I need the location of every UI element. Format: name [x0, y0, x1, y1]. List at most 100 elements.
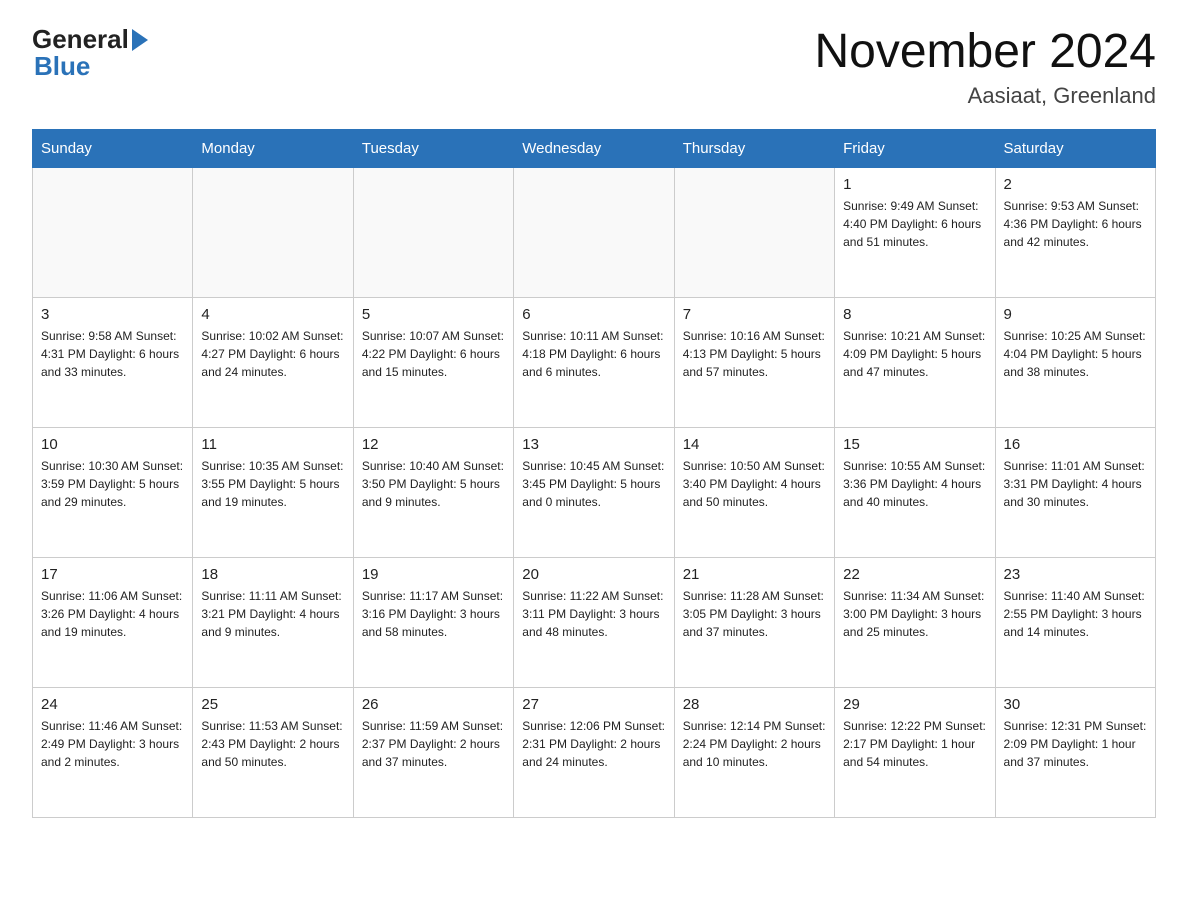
- day-number: 10: [41, 436, 184, 453]
- calendar-cell: 25 Sunrise: 11:53 AM Sunset: 2:43 PM Dayl…: [193, 688, 353, 818]
- day-info: Sunrise: 12:22 PM Sunset: 2:17 PM Daylig…: [843, 717, 986, 771]
- day-number: 3: [41, 306, 184, 323]
- day-info: Sunrise: 11:34 AM Sunset: 3:00 PM Daylig…: [843, 587, 986, 641]
- calendar-week-row: 3 Sunrise: 9:58 AM Sunset: 4:31 PM Daylig…: [33, 298, 1156, 428]
- day-number: 1: [843, 176, 986, 193]
- day-number: 16: [1004, 436, 1147, 453]
- calendar-cell: 8 Sunrise: 10:21 AM Sunset: 4:09 PM Dayli…: [835, 298, 995, 428]
- page-header: General Blue November 2024 Aasiaat, Gree…: [32, 24, 1156, 109]
- calendar-cell: 12 Sunrise: 10:40 AM Sunset: 3:50 PM Dayl…: [353, 428, 513, 558]
- calendar-cell: 23 Sunrise: 11:40 AM Sunset: 2:55 PM Dayl…: [995, 558, 1155, 688]
- calendar-cell: 7Sunrise: 10:16 AM Sunset: 4:13 PM Dayli…: [674, 298, 834, 428]
- day-number: 5: [362, 306, 505, 323]
- calendar-week-row: 17 Sunrise: 11:06 AM Sunset: 3:26 PM Dayl…: [33, 558, 1156, 688]
- calendar-cell: 6 Sunrise: 10:11 AM Sunset: 4:18 PM Dayli…: [514, 298, 674, 428]
- calendar-cell: 22 Sunrise: 11:34 AM Sunset: 3:00 PM Dayl…: [835, 558, 995, 688]
- calendar-cell: 17 Sunrise: 11:06 AM Sunset: 3:26 PM Dayl…: [33, 558, 193, 688]
- day-number: 4: [201, 306, 344, 323]
- day-info: Sunrise: 9:53 AM Sunset: 4:36 PM Dayligh…: [1004, 197, 1147, 251]
- day-info: Sunrise: 11:01 AM Sunset: 3:31 PM Daylig…: [1004, 457, 1147, 511]
- calendar-cell: 16 Sunrise: 11:01 AM Sunset: 3:31 PM Dayl…: [995, 428, 1155, 558]
- day-info: Sunrise: 10:30 AM Sunset: 3:59 PM Daylig…: [41, 457, 184, 511]
- calendar-cell: 20Sunrise: 11:22 AM Sunset: 3:11 PM Dayl…: [514, 558, 674, 688]
- calendar-cell: 30 Sunrise: 12:31 PM Sunset: 2:09 PM Dayl…: [995, 688, 1155, 818]
- day-info: Sunrise: 10:11 AM Sunset: 4:18 PM Daylig…: [522, 327, 665, 381]
- calendar-cell: 24 Sunrise: 11:46 AM Sunset: 2:49 PM Dayl…: [33, 688, 193, 818]
- calendar-cell: [674, 168, 834, 298]
- calendar-week-row: 10 Sunrise: 10:30 AM Sunset: 3:59 PM Dayl…: [33, 428, 1156, 558]
- logo-arrow-icon: [132, 29, 148, 51]
- day-info: Sunrise: 11:40 AM Sunset: 2:55 PM Daylig…: [1004, 587, 1147, 641]
- header-monday: Monday: [193, 130, 353, 168]
- header-saturday: Saturday: [995, 130, 1155, 168]
- calendar-cell: 18Sunrise: 11:11 AM Sunset: 3:21 PM Dayl…: [193, 558, 353, 688]
- day-info: Sunrise: 12:14 PM Sunset: 2:24 PM Daylig…: [683, 717, 826, 771]
- calendar-title: November 2024: [814, 24, 1156, 79]
- day-number: 27: [522, 696, 665, 713]
- calendar-cell: 1 Sunrise: 9:49 AM Sunset: 4:40 PM Daylig…: [835, 168, 995, 298]
- day-info: Sunrise: 10:21 AM Sunset: 4:09 PM Daylig…: [843, 327, 986, 381]
- calendar-cell: [353, 168, 513, 298]
- day-info: Sunrise: 11:53 AM Sunset: 2:43 PM Daylig…: [201, 717, 344, 771]
- calendar-week-row: 1 Sunrise: 9:49 AM Sunset: 4:40 PM Daylig…: [33, 168, 1156, 298]
- calendar-cell: 28 Sunrise: 12:14 PM Sunset: 2:24 PM Dayl…: [674, 688, 834, 818]
- calendar-week-row: 24 Sunrise: 11:46 AM Sunset: 2:49 PM Dayl…: [33, 688, 1156, 818]
- day-number: 29: [843, 696, 986, 713]
- day-number: 21: [683, 566, 826, 583]
- calendar-cell: 2 Sunrise: 9:53 AM Sunset: 4:36 PM Daylig…: [995, 168, 1155, 298]
- day-info: Sunrise: 12:06 PM Sunset: 2:31 PM Daylig…: [522, 717, 665, 771]
- day-info: Sunrise: 12:31 PM Sunset: 2:09 PM Daylig…: [1004, 717, 1147, 771]
- header-friday: Friday: [835, 130, 995, 168]
- day-number: 9: [1004, 306, 1147, 323]
- calendar-cell: 9 Sunrise: 10:25 AM Sunset: 4:04 PM Dayli…: [995, 298, 1155, 428]
- day-info: Sunrise: 11:17 AM Sunset: 3:16 PM Daylig…: [362, 587, 505, 641]
- day-number: 26: [362, 696, 505, 713]
- day-number: 30: [1004, 696, 1147, 713]
- day-number: 8: [843, 306, 986, 323]
- day-number: 2: [1004, 176, 1147, 193]
- day-number: 25: [201, 696, 344, 713]
- day-info: Sunrise: 11:59 AM Sunset: 2:37 PM Daylig…: [362, 717, 505, 771]
- calendar-cell: 14Sunrise: 10:50 AM Sunset: 3:40 PM Dayl…: [674, 428, 834, 558]
- calendar-cell: 29 Sunrise: 12:22 PM Sunset: 2:17 PM Dayl…: [835, 688, 995, 818]
- day-number: 24: [41, 696, 184, 713]
- header-thursday: Thursday: [674, 130, 834, 168]
- day-info: Sunrise: 10:35 AM Sunset: 3:55 PM Daylig…: [201, 457, 344, 511]
- day-info: Sunrise: 10:50 AM Sunset: 3:40 PM Daylig…: [683, 457, 826, 511]
- calendar-table: SundayMondayTuesdayWednesdayThursdayFrid…: [32, 129, 1156, 818]
- day-info: Sunrise: 10:55 AM Sunset: 3:36 PM Daylig…: [843, 457, 986, 511]
- day-info: Sunrise: 10:40 AM Sunset: 3:50 PM Daylig…: [362, 457, 505, 511]
- logo-blue-text: Blue: [34, 51, 90, 82]
- day-info: Sunrise: 11:06 AM Sunset: 3:26 PM Daylig…: [41, 587, 184, 641]
- day-number: 6: [522, 306, 665, 323]
- header-tuesday: Tuesday: [353, 130, 513, 168]
- day-number: 22: [843, 566, 986, 583]
- day-number: 19: [362, 566, 505, 583]
- day-info: Sunrise: 10:16 AM Sunset: 4:13 PM Daylig…: [683, 327, 826, 381]
- calendar-cell: [514, 168, 674, 298]
- calendar-cell: 10 Sunrise: 10:30 AM Sunset: 3:59 PM Dayl…: [33, 428, 193, 558]
- day-info: Sunrise: 11:46 AM Sunset: 2:49 PM Daylig…: [41, 717, 184, 771]
- day-info: Sunrise: 10:02 AM Sunset: 4:27 PM Daylig…: [201, 327, 344, 381]
- calendar-title-area: November 2024 Aasiaat, Greenland: [814, 24, 1156, 109]
- calendar-cell: 3 Sunrise: 9:58 AM Sunset: 4:31 PM Daylig…: [33, 298, 193, 428]
- day-info: Sunrise: 11:11 AM Sunset: 3:21 PM Daylig…: [201, 587, 344, 641]
- calendar-cell: 4 Sunrise: 10:02 AM Sunset: 4:27 PM Dayli…: [193, 298, 353, 428]
- calendar-cell: 13Sunrise: 10:45 AM Sunset: 3:45 PM Dayl…: [514, 428, 674, 558]
- day-info: Sunrise: 10:45 AM Sunset: 3:45 PM Daylig…: [522, 457, 665, 511]
- day-info: Sunrise: 11:22 AM Sunset: 3:11 PM Daylig…: [522, 587, 665, 641]
- calendar-cell: [33, 168, 193, 298]
- calendar-cell: 5 Sunrise: 10:07 AM Sunset: 4:22 PM Dayli…: [353, 298, 513, 428]
- day-info: Sunrise: 10:25 AM Sunset: 4:04 PM Daylig…: [1004, 327, 1147, 381]
- day-number: 17: [41, 566, 184, 583]
- calendar-subtitle: Aasiaat, Greenland: [814, 83, 1156, 109]
- day-info: Sunrise: 10:07 AM Sunset: 4:22 PM Daylig…: [362, 327, 505, 381]
- day-info: Sunrise: 11:28 AM Sunset: 3:05 PM Daylig…: [683, 587, 826, 641]
- day-number: 11: [201, 436, 344, 453]
- calendar-cell: [193, 168, 353, 298]
- day-info: Sunrise: 9:58 AM Sunset: 4:31 PM Dayligh…: [41, 327, 184, 381]
- day-info: Sunrise: 9:49 AM Sunset: 4:40 PM Dayligh…: [843, 197, 986, 251]
- day-number: 23: [1004, 566, 1147, 583]
- day-number: 28: [683, 696, 826, 713]
- day-number: 12: [362, 436, 505, 453]
